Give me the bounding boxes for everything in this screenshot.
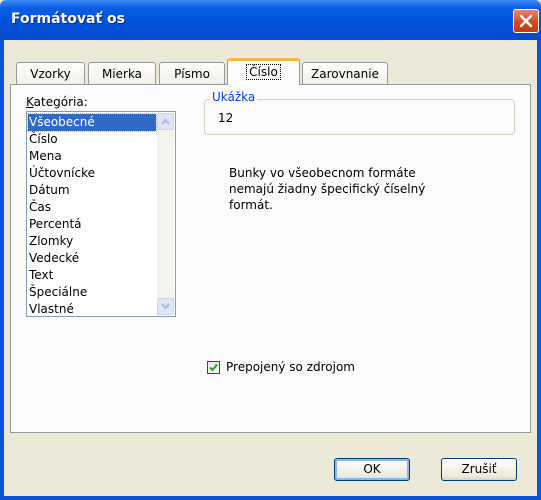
category-label: Kategória: xyxy=(26,95,88,109)
tab-cislo[interactable]: Číslo xyxy=(227,58,300,85)
chevron-up-icon xyxy=(161,118,170,125)
ok-button[interactable]: OK xyxy=(334,458,410,481)
list-item[interactable]: Všeobecné xyxy=(27,113,157,132)
scroll-up-button[interactable] xyxy=(157,113,174,130)
list-item[interactable]: Dátum xyxy=(28,182,156,199)
window-frame-right xyxy=(537,40,541,500)
window-title: Formátovať os xyxy=(11,11,125,27)
list-item[interactable]: Číslo xyxy=(28,131,156,148)
sample-value: 12 xyxy=(218,111,234,125)
linked-to-source-label[interactable]: Prepojený so zdrojom xyxy=(226,360,355,374)
scroll-down-button[interactable] xyxy=(157,298,174,315)
checkmark-icon xyxy=(209,363,218,372)
tab-label: Písmo xyxy=(174,67,210,81)
list-item[interactable]: Čas xyxy=(28,199,156,216)
chevron-down-icon xyxy=(161,303,170,310)
window-frame-bottom xyxy=(0,496,541,500)
format-description: Bunky vo všeobecnom formáte nemajú žiadn… xyxy=(229,166,426,212)
tab-label: Zarovnanie xyxy=(311,67,379,81)
list-item[interactable]: Text xyxy=(28,267,156,284)
list-item[interactable]: Vlastné xyxy=(28,301,156,318)
sample-legend: Ukážka xyxy=(210,90,258,104)
window-frame-left xyxy=(0,40,4,500)
tab-label: Číslo xyxy=(246,64,281,80)
list-item[interactable]: Vedecké xyxy=(28,250,156,267)
sample-group xyxy=(204,99,515,135)
title-bar[interactable]: Formátovať os xyxy=(0,0,541,40)
list-item[interactable]: Zlomky xyxy=(28,233,156,250)
linked-to-source-checkbox[interactable] xyxy=(207,361,220,374)
close-icon xyxy=(519,14,533,28)
tab-mierka[interactable]: Mierka xyxy=(88,62,156,84)
category-listbox[interactable]: Všeobecné Číslo Mena Účtovnícke Dátum Ča… xyxy=(26,111,176,317)
list-item[interactable]: Účtovnícke xyxy=(28,165,156,182)
close-button[interactable] xyxy=(513,9,539,33)
tab-vzorky[interactable]: Vzorky xyxy=(16,62,85,84)
tab-pismo[interactable]: Písmo xyxy=(159,62,225,84)
cancel-button[interactable]: Zrušiť xyxy=(441,458,517,481)
list-item[interactable]: Mena xyxy=(28,148,156,165)
tab-label: Vzorky xyxy=(30,67,71,81)
listbox-scrollbar[interactable] xyxy=(157,113,174,315)
list-item[interactable]: Špeciálne xyxy=(28,284,156,301)
tab-zarovnanie[interactable]: Zarovnanie xyxy=(302,62,388,84)
tab-label: Mierka xyxy=(101,67,143,81)
list-item[interactable]: Percentá xyxy=(28,216,156,233)
